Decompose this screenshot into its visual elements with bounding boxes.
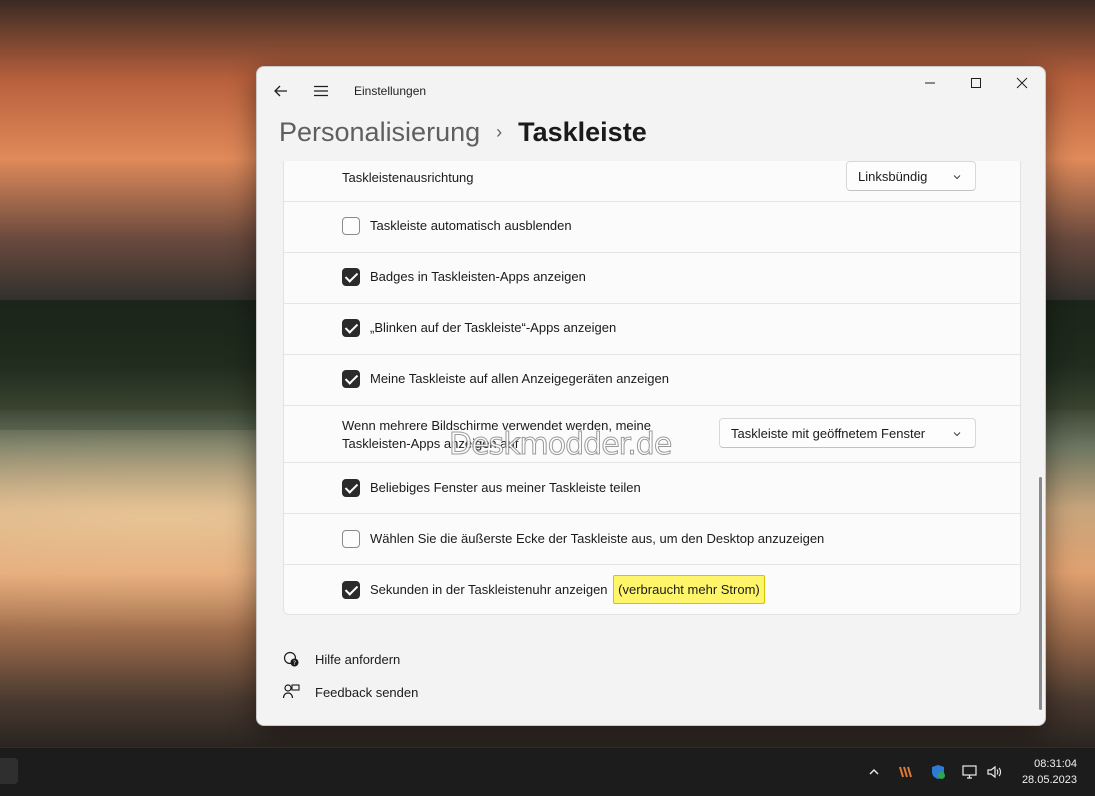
minimize-icon	[925, 82, 935, 84]
chevron-down-icon	[953, 175, 961, 180]
setting-row-flashing: „Blinken auf der Taskleiste“-Apps anzeig…	[284, 304, 1020, 355]
breadcrumb: Personalisierung › Taskleiste	[279, 115, 647, 149]
speaker-icon	[987, 765, 1002, 779]
share-window-label: Beliebiges Fenster aus meiner Taskleiste…	[370, 480, 641, 495]
help-link[interactable]: ? Hilfe anfordern	[281, 648, 400, 670]
tray-app-icon[interactable]	[895, 762, 917, 782]
auto-hide-label: Taskleiste automatisch ausblenden	[370, 218, 572, 233]
feedback-link-label: Feedback senden	[315, 684, 419, 700]
badges-label: Badges in Taskleisten-Apps anzeigen	[370, 269, 586, 284]
setting-row-multi-display: Wenn mehrere Bildschirme verwendet werde…	[284, 406, 1020, 463]
setting-row-seconds-clock: Sekunden in der Taskleistenuhr anzeigen …	[284, 565, 1020, 614]
close-icon	[1016, 77, 1028, 89]
alignment-dropdown[interactable]: Linksbündig	[846, 161, 976, 191]
maximize-icon	[971, 78, 981, 88]
minimize-button[interactable]	[907, 67, 953, 99]
alignment-label: Taskleistenausrichtung	[342, 170, 474, 185]
show-hidden-icons-button[interactable]	[863, 762, 885, 782]
hamburger-menu-icon	[314, 85, 328, 97]
setting-row-share-window: Beliebiges Fenster aus meiner Taskleiste…	[284, 463, 1020, 514]
multi-display-dropdown-value: Taskleiste mit geöffnetem Fenster	[731, 425, 926, 441]
back-button[interactable]	[267, 77, 295, 105]
setting-row-alignment: Taskleistenausrichtung Linksbündig	[284, 161, 1020, 202]
share-window-checkbox[interactable]	[342, 479, 360, 497]
setting-row-all-displays: Meine Taskleiste auf allen Anzeigegeräte…	[284, 355, 1020, 406]
svg-text:?: ?	[293, 660, 296, 667]
clock-date: 28.05.2023	[1021, 774, 1077, 786]
multi-display-label-line2: Taskleisten-Apps anzeigen auf	[342, 436, 519, 451]
power-usage-highlight: (verbraucht mehr Strom)	[613, 575, 765, 604]
flashing-label: „Blinken auf der Taskleiste“-Apps anzeig…	[370, 320, 617, 335]
security-tray-button[interactable]	[927, 762, 949, 782]
network-monitor-icon	[962, 765, 977, 779]
chevron-right-icon: ›	[496, 121, 503, 142]
help-link-label: Hilfe anfordern	[315, 651, 401, 667]
volume-tray-button[interactable]	[983, 762, 1005, 782]
app-stripes-icon	[899, 766, 912, 778]
clock-time: 08:31:04	[1034, 758, 1077, 770]
app-title: Einstellungen	[354, 84, 427, 98]
seconds-clock-checkbox[interactable]	[342, 581, 360, 599]
feedback-icon	[281, 683, 301, 701]
help-icon: ?	[281, 650, 301, 668]
alignment-dropdown-value: Linksbündig	[858, 168, 928, 184]
multi-display-dropdown[interactable]: Taskleiste mit geöffnetem Fenster	[719, 418, 976, 448]
all-displays-label: Meine Taskleiste auf allen Anzeigegeräte…	[370, 371, 669, 386]
taskbar-clock[interactable]: 08:31:04 28.05.2023	[1022, 756, 1077, 788]
seconds-clock-label-wrap: Sekunden in der Taskleistenuhr anzeigen …	[370, 575, 765, 605]
maximize-button[interactable]	[953, 67, 999, 99]
flashing-checkbox[interactable]	[342, 319, 360, 337]
scrollbar-thumb[interactable]	[1039, 477, 1042, 710]
shield-icon	[932, 765, 945, 779]
taskbar-app-icon[interactable]	[0, 758, 18, 784]
breadcrumb-parent-personalisierung[interactable]: Personalisierung	[279, 117, 480, 148]
badges-checkbox[interactable]	[342, 268, 360, 286]
corner-desktop-checkbox[interactable]	[342, 530, 360, 548]
settings-window: Einstellungen Personalisierung › Tasklei…	[256, 66, 1046, 726]
setting-row-auto-hide: Taskleiste automatisch ausblenden	[284, 202, 1020, 253]
multi-display-label-line1: Wenn mehrere Bildschirme verwendet werde…	[342, 418, 652, 433]
setting-row-badges: Badges in Taskleisten-Apps anzeigen	[284, 253, 1020, 304]
network-tray-button[interactable]	[959, 762, 981, 782]
chevron-down-icon	[953, 432, 961, 437]
auto-hide-checkbox[interactable]	[342, 217, 360, 235]
all-displays-checkbox[interactable]	[342, 370, 360, 388]
title-bar: Einstellungen	[257, 67, 1045, 113]
feedback-link[interactable]: Feedback senden	[281, 681, 418, 703]
page-title: Taskleiste	[518, 116, 647, 147]
arrow-left-icon	[274, 85, 287, 97]
setting-row-corner-desktop: Wählen Sie die äußerste Ecke der Tasklei…	[284, 514, 1020, 565]
taskbar: 08:31:04 28.05.2023	[0, 747, 1095, 796]
taskbar-behaviors-panel: Taskleistenausrichtung Linksbündig Taskl…	[283, 161, 1021, 615]
navigation-menu-button[interactable]	[307, 77, 335, 105]
chevron-up-icon	[869, 769, 879, 775]
corner-desktop-label: Wählen Sie die äußerste Ecke der Tasklei…	[370, 531, 825, 546]
seconds-clock-label: Sekunden in der Taskleistenuhr anzeigen	[370, 582, 608, 597]
close-button[interactable]	[999, 67, 1045, 99]
